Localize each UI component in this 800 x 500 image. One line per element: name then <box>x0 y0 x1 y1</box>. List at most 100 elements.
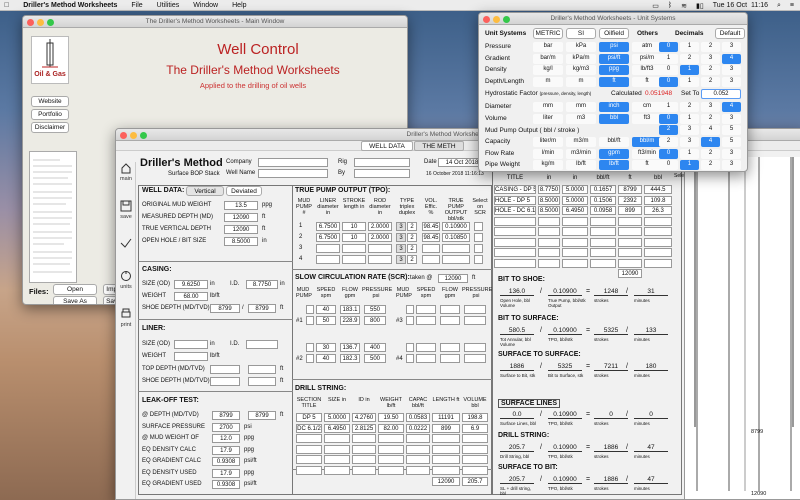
tpo-cell[interactable]: 2 <box>407 244 417 253</box>
annulus-cell[interactable]: 2392 <box>618 195 642 205</box>
annulus-cell[interactable] <box>618 227 642 236</box>
well-data-row-value[interactable]: 13.5 <box>224 201 258 210</box>
tpo-select-checkbox[interactable] <box>474 233 483 242</box>
scr-checkbox[interactable] <box>306 316 314 325</box>
scr-cell[interactable] <box>440 305 460 314</box>
drill-cell[interactable]: 0.0583 <box>406 413 430 422</box>
us-minimize-icon[interactable] <box>493 15 500 23</box>
unit-option[interactable]: kg/m <box>533 160 563 170</box>
decimal-option[interactable]: 4 <box>701 137 720 147</box>
tpo-cell[interactable] <box>342 255 366 264</box>
scr-checkbox[interactable] <box>406 316 414 325</box>
well-data-row-value[interactable]: 12090 <box>224 225 258 234</box>
liner-id-field[interactable] <box>246 340 278 349</box>
tpo-select-checkbox[interactable] <box>474 255 483 264</box>
annulus-cell[interactable] <box>562 258 588 268</box>
si-button[interactable]: SI <box>566 28 596 39</box>
scr-cell[interactable]: 500 <box>364 354 386 363</box>
menu-file[interactable]: File <box>131 2 142 9</box>
tpo-cell[interactable]: 2 <box>407 255 417 264</box>
search-icon[interactable]: ⌕ <box>777 2 781 10</box>
drill-cell[interactable] <box>296 434 322 443</box>
drill-cell[interactable] <box>462 465 488 475</box>
unit-option[interactable]: ft <box>632 160 662 170</box>
annulus-cell[interactable] <box>590 216 616 226</box>
print-icon[interactable]: print <box>116 308 136 328</box>
liner-top-md[interactable] <box>210 365 240 374</box>
annulus-cell[interactable] <box>538 216 560 226</box>
unit-option[interactable]: bbl/m <box>632 137 662 147</box>
drill-cell[interactable] <box>378 465 404 475</box>
annulus-cell[interactable]: HOLE - DC 6.1 <box>494 206 536 215</box>
liner-weight-field[interactable] <box>174 352 208 361</box>
decimal-option[interactable]: 1 <box>680 160 699 170</box>
unit-option[interactable]: ft <box>632 76 662 87</box>
set-to-field[interactable]: 0.052 <box>701 89 741 99</box>
deviated-toggle[interactable]: Deviated <box>226 186 262 196</box>
annulus-cell[interactable]: 26.3 <box>644 206 672 215</box>
scr-checkbox[interactable] <box>406 343 414 352</box>
unit-option[interactable]: kPa <box>566 42 596 52</box>
unit-option[interactable]: atm <box>632 42 662 52</box>
well-data-row-value[interactable]: 12090 <box>224 213 258 222</box>
scr-checkbox[interactable] <box>406 305 414 314</box>
lot-row-value[interactable]: 2700 <box>212 422 240 432</box>
drill-cell[interactable]: 198.8 <box>462 413 488 422</box>
tpo-cell[interactable]: 2.0000 <box>368 233 392 242</box>
decimal-option[interactable]: 2 <box>701 42 720 52</box>
drill-cell[interactable] <box>432 465 460 475</box>
scr-cell[interactable] <box>416 354 436 363</box>
ws-zoom-icon[interactable] <box>140 131 147 139</box>
tpo-select-checkbox[interactable] <box>474 244 483 253</box>
annulus-cell[interactable] <box>562 227 588 236</box>
scr-cell[interactable]: 800 <box>364 316 386 325</box>
tpo-cell[interactable]: 3 <box>396 255 406 264</box>
liner-shoe-tvd[interactable] <box>248 377 276 386</box>
drill-cell[interactable]: DP 5 <box>296 413 322 422</box>
decimal-option[interactable]: 4 <box>722 53 741 64</box>
drill-cell[interactable]: 19.50 <box>378 413 404 422</box>
tpo-cell[interactable] <box>316 244 340 253</box>
annulus-cell[interactable]: 8.7750 <box>538 185 560 194</box>
decimal-option[interactable]: 1 <box>680 76 699 87</box>
unit-option[interactable]: kg/l <box>533 65 563 75</box>
unit-option[interactable]: psi <box>599 42 629 52</box>
well-data-row-value[interactable]: 8.5000 <box>224 237 258 246</box>
decimal-option[interactable]: 3 <box>701 53 720 64</box>
unit-option[interactable]: kg/m3 <box>566 65 596 75</box>
tpo-cell[interactable]: 0.10850 <box>442 233 470 242</box>
ws-close-icon[interactable] <box>120 131 127 139</box>
unit-option[interactable]: lb/ft <box>599 160 629 170</box>
drill-cell[interactable] <box>462 455 488 464</box>
unit-option[interactable]: gpm <box>599 148 629 159</box>
annulus-cell[interactable] <box>538 227 560 236</box>
drill-cell[interactable] <box>296 465 322 475</box>
decimal-option[interactable]: 1 <box>680 42 699 52</box>
drill-cell[interactable] <box>432 434 460 443</box>
annulus-cell[interactable] <box>538 237 560 247</box>
menu-app-name[interactable]: Driller's Method Worksheets <box>23 2 117 9</box>
unit-option[interactable]: liter <box>533 113 563 124</box>
decimal-option[interactable]: 2 <box>701 113 720 124</box>
lot-row-value[interactable]: 0.9308 <box>212 457 240 466</box>
drill-cell[interactable] <box>432 444 460 454</box>
scr-cell[interactable] <box>416 316 436 325</box>
drill-cell[interactable]: 6.9 <box>462 423 488 433</box>
default-button[interactable]: Default <box>715 28 745 39</box>
tpo-cell[interactable] <box>422 255 440 264</box>
scr-cell[interactable]: 182.3 <box>340 354 360 363</box>
scr-cell[interactable] <box>464 305 486 314</box>
annulus-cell[interactable] <box>644 248 672 257</box>
drill-cell[interactable]: 5.0000 <box>324 413 350 422</box>
annulus-cell[interactable] <box>562 248 588 257</box>
unit-option[interactable]: bbl <box>599 113 629 124</box>
scr-cell[interactable] <box>464 316 486 325</box>
annulus-cell[interactable] <box>590 227 616 236</box>
tpo-cell[interactable]: 6.7500 <box>316 233 340 242</box>
tpo-cell[interactable]: 10 <box>342 222 366 231</box>
decimal-option[interactable]: 1 <box>659 102 678 112</box>
decimal-option[interactable]: 0 <box>659 113 678 124</box>
decimal-option[interactable]: 3 <box>722 148 741 159</box>
tpo-cell[interactable]: 2.0000 <box>368 222 392 231</box>
annulus-cell[interactable] <box>644 258 672 268</box>
